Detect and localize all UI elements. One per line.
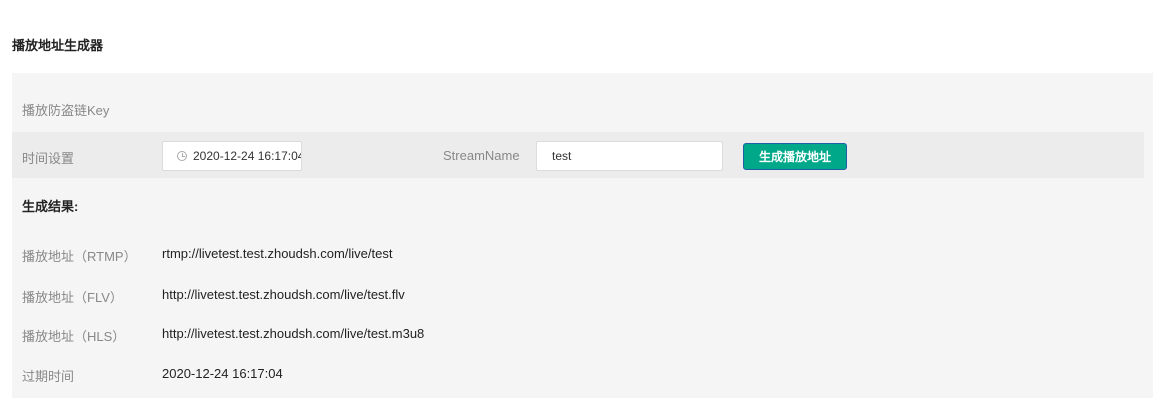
flv-url-value: http://livetest.test.zhoudsh.com/live/te… [162, 287, 405, 302]
date-time-picker[interactable]: 2020-12-24 16:17:04 [162, 141, 302, 171]
stream-name-input[interactable]: test [536, 141, 723, 171]
hls-url-label: 播放地址（HLS） [22, 329, 126, 344]
result-title: 生成结果: [22, 199, 79, 214]
expire-time-label: 过期时间 [22, 369, 75, 384]
flv-url-label: 播放地址（FLV） [22, 290, 123, 305]
stream-name-label: StreamName [443, 148, 520, 163]
generate-url-button[interactable]: 生成播放地址 [743, 143, 847, 170]
expire-time-value: 2020-12-24 16:17:04 [162, 366, 283, 381]
rtmp-url-label: 播放地址（RTMP） [22, 249, 137, 264]
date-time-value: 2020-12-24 16:17:04 [193, 149, 302, 163]
clock-icon [177, 151, 187, 161]
time-setting-label: 时间设置 [22, 151, 75, 166]
anti-leech-key-label: 播放防盗链Key [22, 103, 110, 118]
generator-panel [12, 73, 1153, 398]
hls-url-value: http://livetest.test.zhoudsh.com/live/te… [162, 326, 425, 341]
page-title: 播放地址生成器 [12, 38, 104, 53]
rtmp-url-value: rtmp://livetest.test.zhoudsh.com/live/te… [162, 246, 393, 261]
stream-name-value: test [552, 149, 572, 163]
